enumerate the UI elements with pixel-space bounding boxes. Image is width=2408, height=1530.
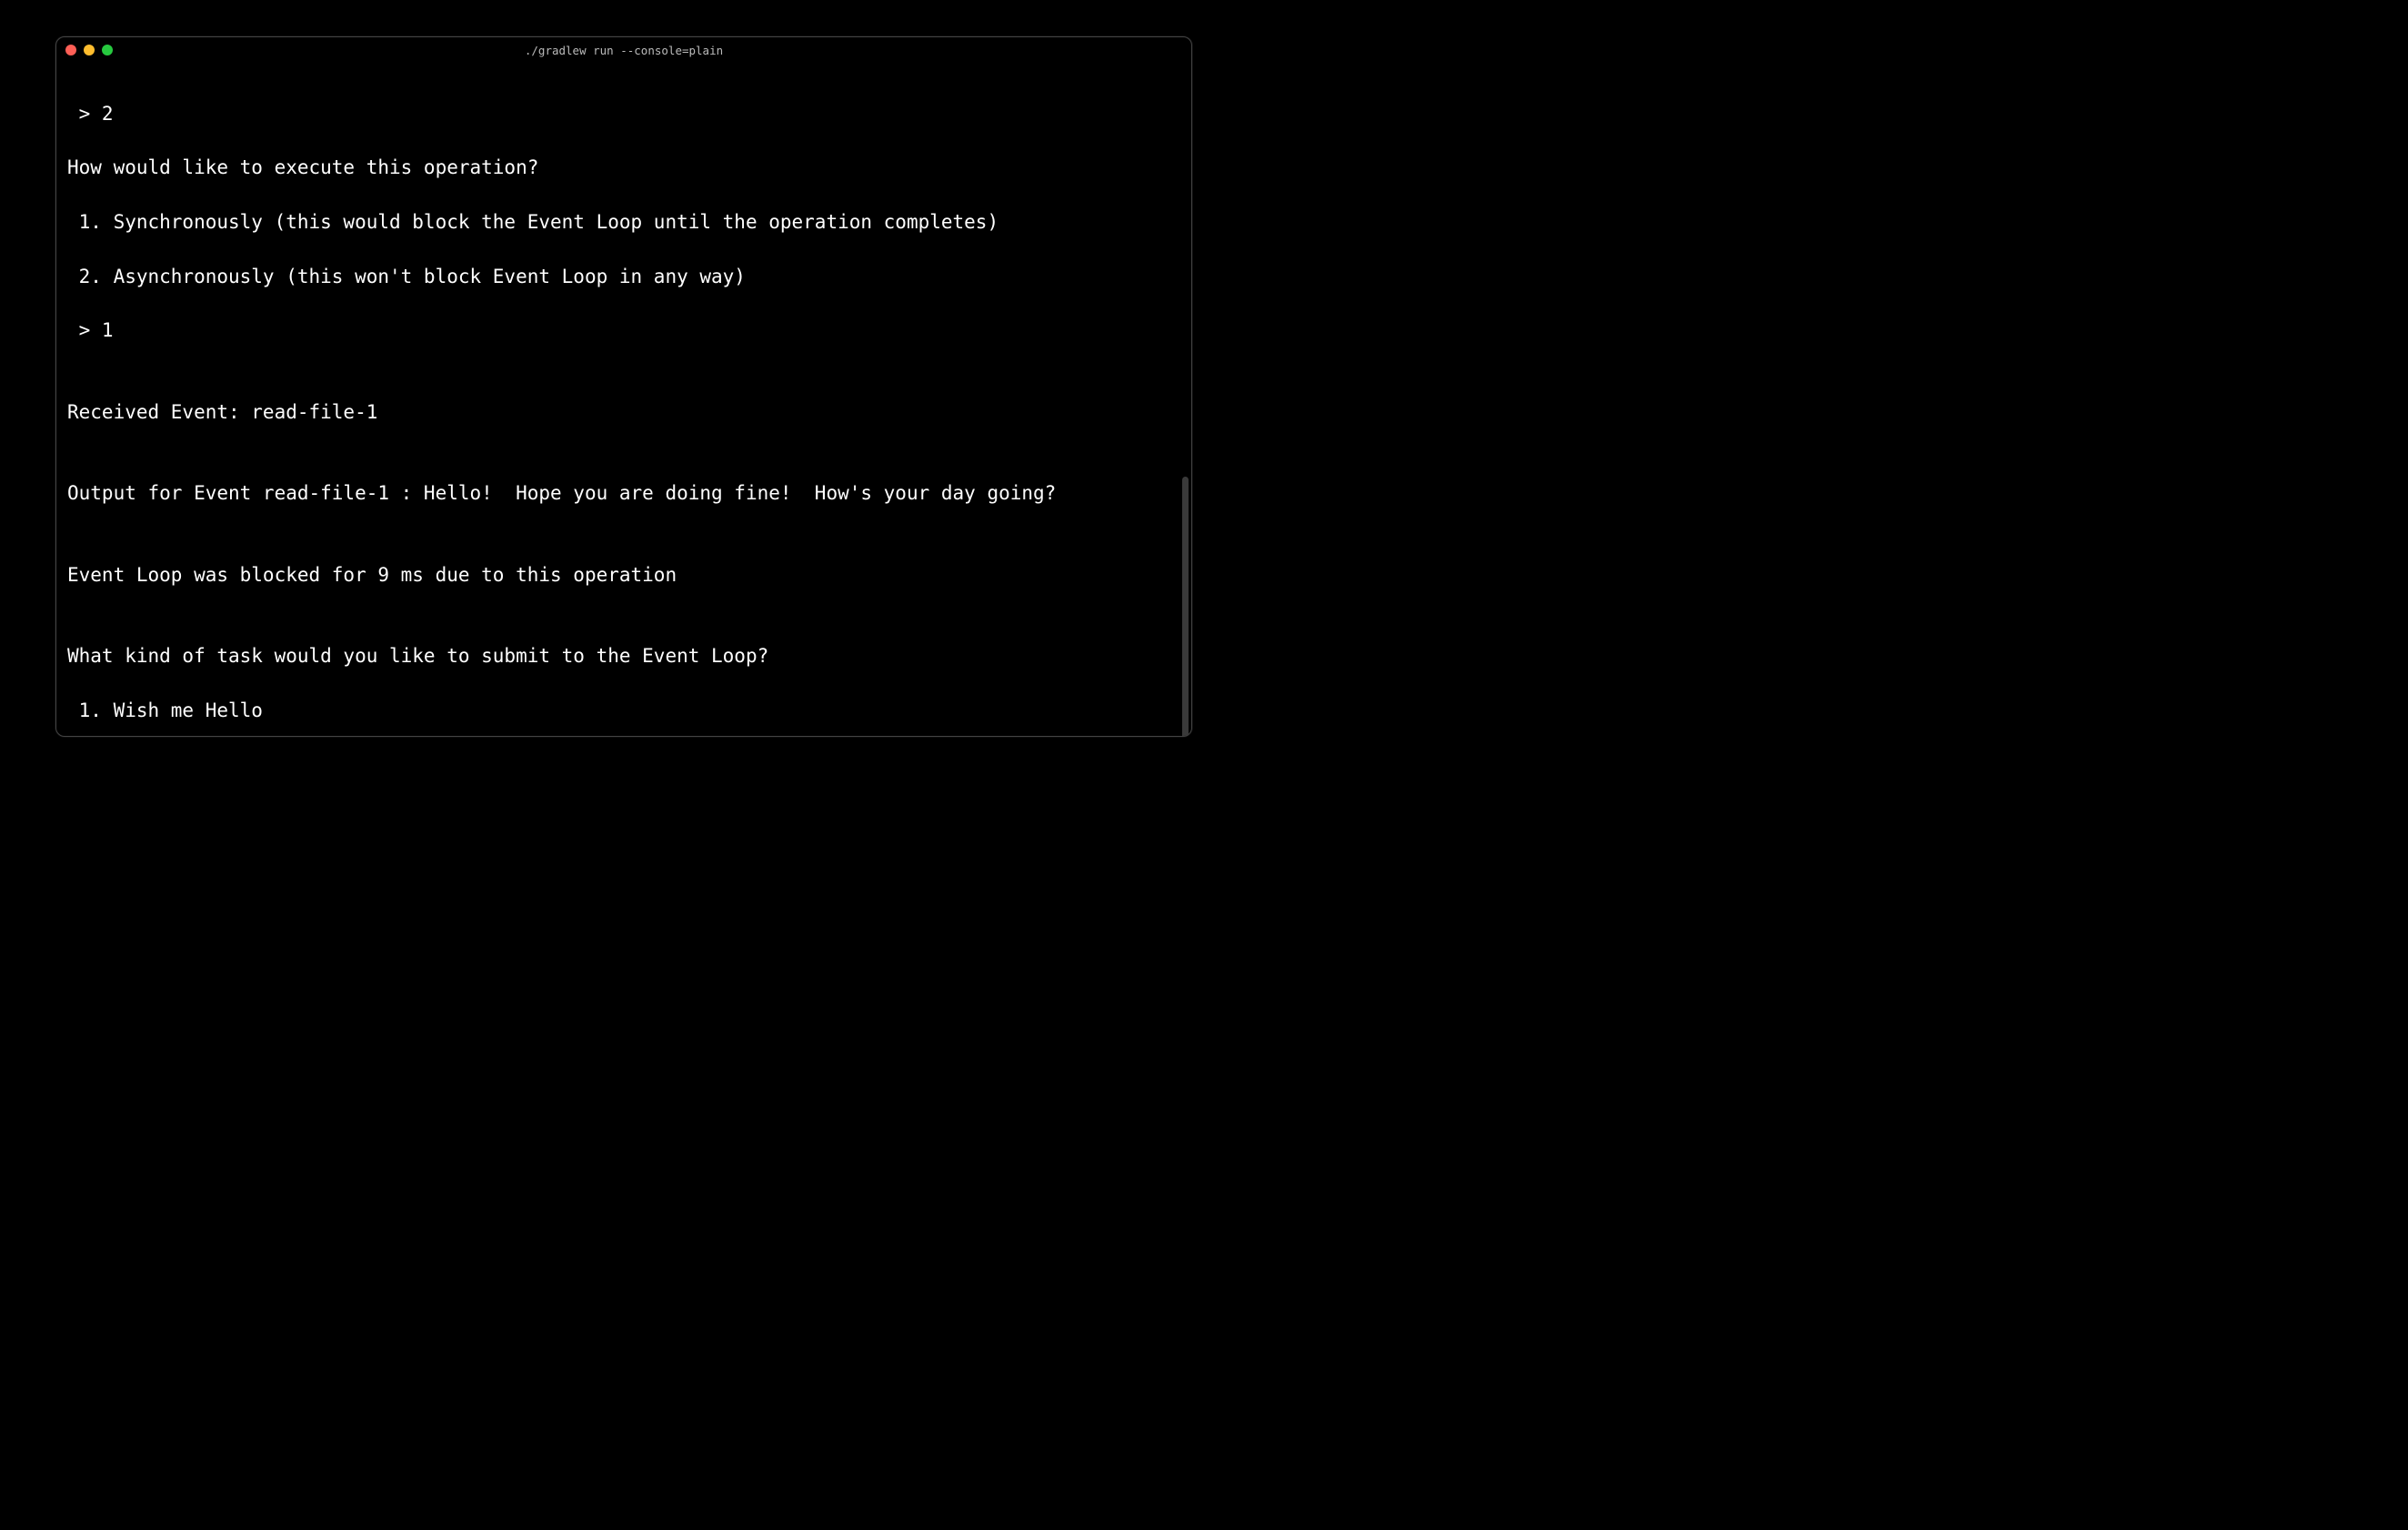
- terminal-line: > 2: [67, 101, 1180, 128]
- minimize-icon[interactable]: [84, 45, 95, 55]
- close-icon[interactable]: [65, 45, 76, 55]
- terminal-body[interactable]: > 2 How would like to execute this opera…: [56, 63, 1191, 736]
- terminal-line: Output for Event read-file-1 : Hello! Ho…: [67, 480, 1180, 508]
- terminal-line: Event Loop was blocked for 9 ms due to t…: [67, 562, 1180, 589]
- window-title: ./gradlew run --console=plain: [56, 44, 1191, 57]
- scrollbar-thumb[interactable]: [1182, 477, 1189, 736]
- maximize-icon[interactable]: [102, 45, 113, 55]
- terminal-line: Received Event: read-file-1: [67, 399, 1180, 427]
- terminal-line: 1. Synchronously (this would block the E…: [67, 209, 1180, 237]
- terminal-line: How would like to execute this operation…: [67, 155, 1180, 182]
- traffic-lights: [65, 45, 113, 55]
- terminal-line: 2. Asynchronously (this won't block Even…: [67, 264, 1180, 291]
- terminal-window: ./gradlew run --console=plain > 2 How wo…: [55, 36, 1192, 737]
- title-bar: ./gradlew run --console=plain: [56, 37, 1191, 63]
- terminal-line: What kind of task would you like to subm…: [67, 643, 1180, 670]
- terminal-line: > 1: [67, 317, 1180, 345]
- terminal-line: 1. Wish me Hello: [67, 698, 1180, 725]
